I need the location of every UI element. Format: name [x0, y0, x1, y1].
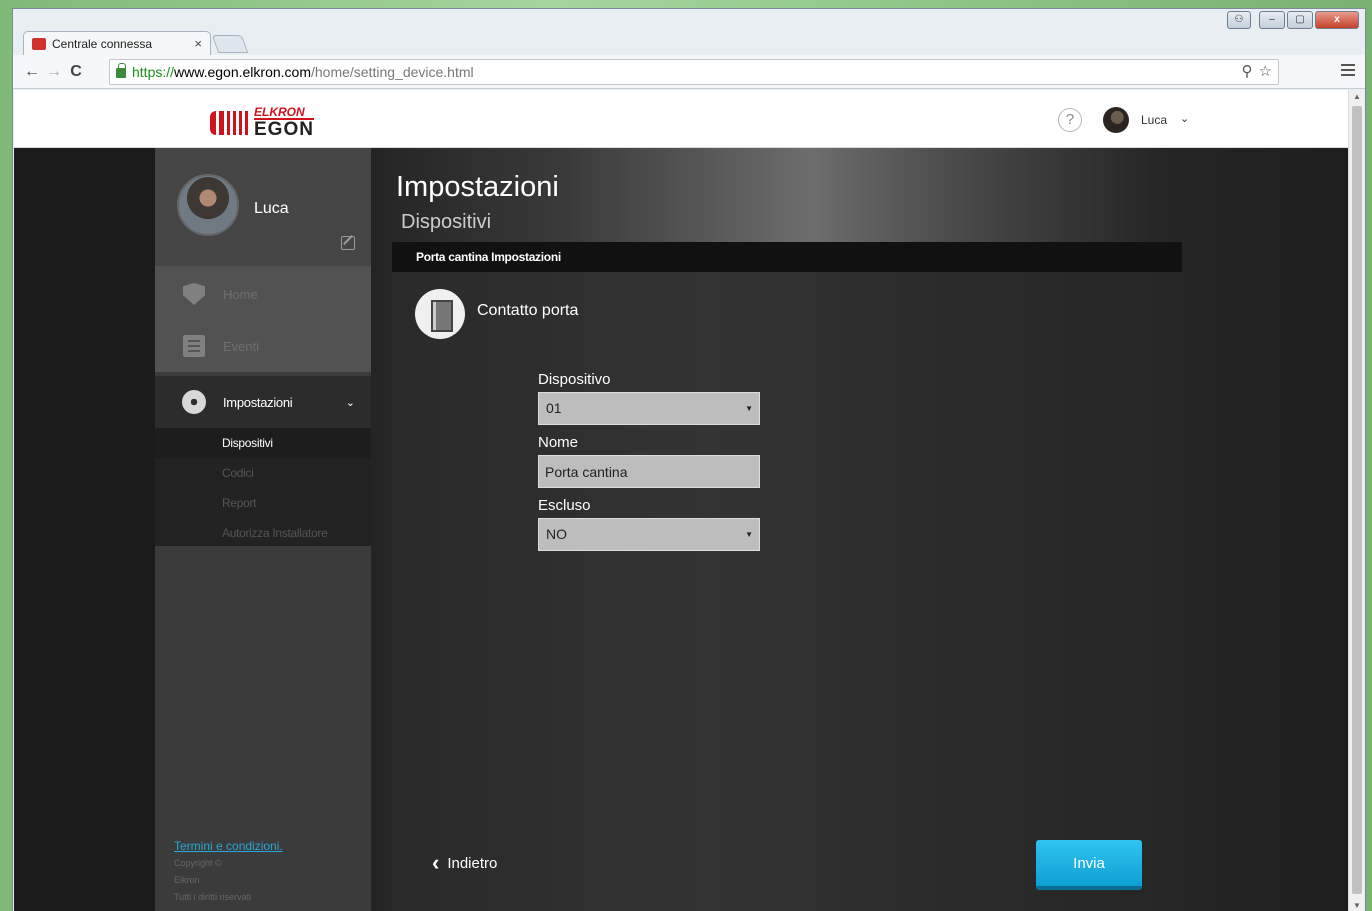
name-label: Nome: [538, 434, 579, 451]
page-scrollbar[interactable]: ▲ ▼: [1348, 90, 1364, 911]
logo-elkron: ELKRON: [254, 106, 314, 120]
omnibox-actions: ⚲ ☆: [1242, 62, 1272, 80]
gear-icon: [182, 390, 206, 414]
page-viewport: ELKRON EGON ? Luca ⌄ Luca Home Eventi Im…: [14, 90, 1348, 911]
logo-bars-icon: [210, 110, 248, 135]
sidebar-item-label: Impostazioni: [223, 394, 293, 410]
page-title: Impostazioni: [396, 171, 559, 203]
url-path: /home/setting_device.html: [310, 64, 474, 80]
subnav-item-authorize-installer[interactable]: Autorizza Installatore: [155, 518, 371, 548]
dropdown-arrow-icon: ▼: [745, 404, 753, 413]
settings-panel: Porta cantina Impostazioni Contatto port…: [392, 242, 1182, 911]
dropdown-arrow-icon: ▼: [745, 530, 753, 539]
sidebar: Luca Home Eventi Impostazioni ⌄ Disposit…: [155, 148, 371, 911]
logo-egon: EGON: [254, 119, 314, 140]
excluded-select[interactable]: NO ▼: [538, 518, 760, 551]
subnav-item-report[interactable]: Report: [155, 488, 371, 518]
site-header: ELKRON EGON ? Luca ⌄: [14, 90, 1348, 148]
device-form: Dispositivo 01 ▼ Nome Escluso NO ▼: [538, 370, 762, 559]
sidebar-item-label: Home: [223, 286, 258, 302]
profile-card: Luca: [155, 148, 371, 266]
panel-title: Porta cantina Impostazioni: [392, 242, 1182, 272]
scroll-thumb[interactable]: [1352, 106, 1362, 894]
excluded-select-value: NO: [546, 526, 567, 542]
sidebar-item-label: Eventi: [223, 338, 260, 354]
sidebar-footer: Termini e condizioni. Copyright © Elkron…: [174, 838, 283, 906]
copyright-text: Copyright ©: [174, 858, 222, 868]
reload-icon[interactable]: C: [65, 63, 87, 81]
elkron-egon-logo[interactable]: ELKRON EGON: [210, 106, 314, 139]
address-bar[interactable]: https:// www.egon.elkron.com /home/setti…: [109, 59, 1279, 85]
chevron-down-icon[interactable]: ⌄: [1180, 112, 1189, 125]
send-button[interactable]: Invia: [1036, 840, 1142, 890]
new-tab-button[interactable]: [211, 35, 249, 53]
back-arrow-icon[interactable]: ←: [21, 63, 43, 81]
page-subtitle: Dispositivi: [401, 211, 492, 233]
browser-window: ⚇ – ▢ x Centrale connessa × ← → C https:…: [12, 8, 1366, 911]
favicon-icon: [32, 37, 46, 50]
subnav-item-codes[interactable]: Codici: [155, 458, 371, 488]
settings-subnav: Dispositivi Codici Report Autorizza Inst…: [155, 428, 371, 546]
device-select[interactable]: 01 ▼: [538, 392, 760, 425]
name-input[interactable]: [538, 455, 760, 488]
chevron-left-icon: ‹: [432, 850, 440, 875]
header-user-name[interactable]: Luca: [1141, 113, 1167, 127]
profile-name: Luca: [254, 200, 289, 217]
url-scheme: https://: [132, 64, 175, 80]
scroll-down-icon[interactable]: ▼: [1353, 901, 1361, 910]
back-label: Indietro: [447, 854, 498, 872]
device-label: Dispositivo: [538, 371, 611, 388]
list-icon: [183, 335, 205, 357]
chevron-down-icon: ⌄: [345, 396, 355, 409]
device-select-value: 01: [546, 400, 562, 416]
tab-close-icon[interactable]: ×: [194, 36, 202, 51]
logo-text: ELKRON EGON: [254, 106, 314, 139]
tab-bar: Centrale connessa ×: [13, 27, 1365, 55]
bookmark-star-icon[interactable]: ☆: [1259, 62, 1272, 80]
company-text: Elkron: [174, 875, 200, 885]
sidebar-item-events[interactable]: Eventi: [155, 320, 371, 372]
sidebar-item-settings[interactable]: Impostazioni ⌄: [155, 376, 371, 428]
avatar: [177, 174, 239, 236]
door-contact-icon: [415, 289, 465, 339]
sidebar-nav: Home Eventi: [155, 266, 371, 372]
rights-text: Tutti i diritti riservati: [174, 892, 252, 902]
url-host: www.egon.elkron.com: [174, 64, 311, 80]
tab-title: Centrale connessa: [52, 36, 153, 51]
browser-tab[interactable]: Centrale connessa ×: [23, 31, 211, 55]
shield-icon: [183, 283, 205, 305]
edit-icon[interactable]: [341, 236, 355, 250]
header-avatar[interactable]: [1103, 107, 1129, 133]
browser-toolbar: ← → C https:// www.egon.elkron.com /home…: [13, 55, 1365, 89]
zoom-icon[interactable]: ⚲: [1242, 62, 1253, 80]
help-icon[interactable]: ?: [1058, 108, 1082, 132]
forward-arrow-icon[interactable]: →: [43, 63, 65, 81]
excluded-label: Escluso: [538, 497, 591, 514]
lock-icon: [116, 63, 126, 78]
terms-link[interactable]: Termini e condizioni.: [174, 838, 283, 855]
back-button[interactable]: ‹ Indietro: [432, 850, 497, 876]
device-name: Contatto porta: [477, 302, 579, 319]
subnav-item-devices[interactable]: Dispositivi: [155, 428, 371, 458]
sidebar-item-home[interactable]: Home: [155, 268, 371, 320]
main-content: Impostazioni Dispositivi Porta cantina I…: [371, 148, 1348, 911]
menu-icon[interactable]: [1341, 64, 1355, 79]
scroll-up-icon[interactable]: ▲: [1353, 92, 1361, 101]
